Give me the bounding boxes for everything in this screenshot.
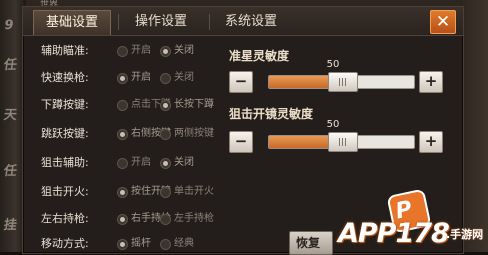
radio-icon [160,214,171,225]
scope-sensitivity-handle[interactable] [328,132,358,152]
radio-icon [117,129,128,140]
scope-sensitivity-title: 狙击开镜灵敏度 [229,107,314,121]
tab-divider [118,14,119,30]
scope-sensitivity-minus-button[interactable]: − [229,131,253,153]
setting-label: 左右持枪: [41,212,89,225]
tab-basic-settings[interactable]: 基础设置 [33,10,111,35]
setting-label: 狙击辅助: [41,156,89,169]
radio-icon [117,46,128,57]
watermark-subtext: .手游网 [446,228,484,241]
setting-label: 辅助瞄准: [41,44,89,57]
tab-system-settings[interactable]: 系统设置 [213,10,289,34]
setting-label: 狙击开火: [41,185,89,198]
radio-icon [160,100,171,111]
setting-option-label: 长按下蹲 [174,99,214,110]
crosshair-sensitivity-plus-button[interactable]: + [419,71,443,93]
setting-option-label: 关闭 [174,157,194,168]
radio-icon [160,239,171,250]
setting-option-label: 开启 [131,72,151,83]
setting-option-label: 开启 [131,157,151,168]
radio-icon [160,158,171,169]
setting-option-label: 左手持枪 [174,213,214,224]
app178-watermark: P APP178 .手游网 [338,188,488,252]
crosshair-sensitivity-minus-button[interactable]: − [229,71,253,93]
crosshair-sensitivity-value: 50 [326,59,340,70]
radio-icon [160,46,171,57]
scope-sensitivity-plus-button[interactable]: + [419,131,443,153]
setting-option-label: 开启 [131,45,151,56]
tab-divider [209,14,210,30]
setting-option-label: 两侧按键 [174,128,214,139]
radio-icon [117,239,128,250]
setting-label: 跳跃按键: [41,127,89,140]
crosshair-sensitivity-title: 准星灵敏度 [229,49,290,63]
radio-icon [117,214,128,225]
radio-icon [117,100,128,111]
setting-label: 快速换枪: [41,71,89,84]
scope-sensitivity-value: 50 [326,119,340,130]
radio-icon [160,129,171,140]
scope-sensitivity-slider[interactable] [268,132,415,152]
reset-button[interactable]: 恢复 [289,231,333,255]
setting-option-label: 关闭 [174,72,194,83]
crosshair-sensitivity-slider[interactable] [268,72,415,92]
radio-icon [117,187,128,198]
setting-option-label: 关闭 [174,45,194,56]
tab-bar: 基础设置 操作设置 系统设置 ✕ [23,7,463,36]
radio-icon [160,187,171,198]
close-icon[interactable]: ✕ [430,10,456,34]
crosshair-sensitivity-handle[interactable] [328,72,358,92]
tab-control-settings[interactable]: 操作设置 [123,10,199,34]
setting-option-label: 摇杆 [131,238,151,249]
setting-label: 移动方式: [41,237,89,250]
radio-icon [117,158,128,169]
watermark-text: APP178 [338,218,450,249]
setting-option-label: 经典 [174,238,194,249]
setting-option-label: 单击开火 [174,186,214,197]
setting-label: 下蹲按键: [41,98,89,111]
radio-icon [117,73,128,84]
radio-icon [160,73,171,84]
